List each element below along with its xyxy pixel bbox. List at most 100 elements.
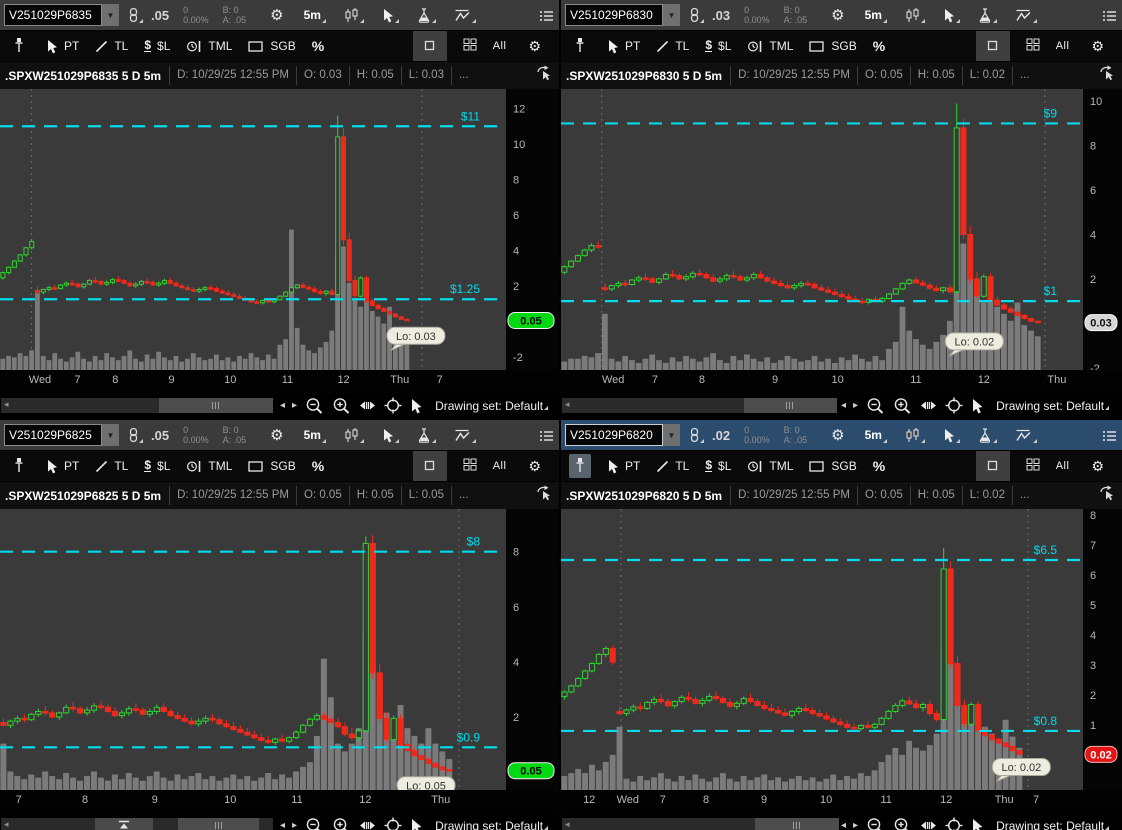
crosshair-target-icon[interactable]	[945, 397, 963, 414]
grid-layout-button[interactable]	[463, 38, 477, 54]
pointer-tool-button[interactable]: PT	[46, 39, 79, 54]
symbol-input[interactable]	[4, 4, 102, 26]
chart-plot[interactable]: $6.5$0.8876543210.02Lo: 0.02	[561, 509, 1122, 790]
percent-button[interactable]: %	[312, 458, 324, 474]
chart-type-candles-icon[interactable]	[344, 8, 359, 23]
scroll-step-right-button[interactable]: ▸	[292, 820, 297, 830]
pointer-mode-icon[interactable]	[410, 818, 423, 830]
zoom-out-icon[interactable]	[866, 397, 885, 415]
header-more[interactable]: ...	[1012, 486, 1037, 505]
study-graph-box-button[interactable]: SGB	[248, 459, 295, 473]
drawings-pattern-icon[interactable]	[1015, 428, 1032, 442]
single-chart-layout-button[interactable]	[413, 31, 447, 61]
scrollbar-left-arrow-icon[interactable]: ◂	[4, 399, 9, 410]
chart-scrollbar[interactable]: ◂	[1, 398, 273, 413]
cursor-tool-icon[interactable]	[943, 8, 955, 23]
drawing-mode-cursor-icon[interactable]	[536, 485, 553, 506]
drawing-set-label[interactable]: Drawing set: Default	[996, 819, 1104, 830]
crosshair-target-icon[interactable]	[384, 817, 402, 830]
list-menu-icon[interactable]	[539, 9, 554, 22]
scrollbar-thumb[interactable]	[755, 818, 839, 830]
time-level-tool-button[interactable]: TML	[747, 459, 793, 474]
symbol-dropdown-button[interactable]: ▼	[102, 424, 119, 446]
trendline-tool-button[interactable]: TL	[95, 39, 128, 53]
scroll-step-left-button[interactable]: ◂	[841, 820, 846, 830]
scroll-step-left-button[interactable]: ◂	[280, 400, 285, 411]
zoom-in-icon[interactable]	[893, 397, 912, 415]
symbol-dropdown-button[interactable]: ▼	[663, 4, 680, 26]
price-level-tool-button[interactable]: $$L	[144, 39, 170, 53]
pointer-mode-icon[interactable]	[971, 398, 984, 414]
drawbar-settings-gear-icon[interactable]: ⚙	[522, 37, 547, 56]
drawbar-settings-gear-icon[interactable]: ⚙	[522, 457, 547, 476]
pointer-tool-button[interactable]: PT	[46, 459, 79, 474]
header-more[interactable]: ...	[451, 66, 476, 85]
trendline-tool-button[interactable]: TL	[656, 459, 689, 473]
pointer-tool-button[interactable]: PT	[607, 39, 640, 54]
pin-toolbar-button[interactable]	[8, 454, 30, 478]
price-level-tool-button[interactable]: $$L	[144, 459, 170, 473]
chart-scrollbar[interactable]: ◂	[1, 818, 273, 830]
auto-scale-arrows-icon[interactable]	[359, 819, 376, 830]
drawings-pattern-icon[interactable]	[454, 428, 471, 442]
cursor-tool-icon[interactable]	[382, 8, 394, 23]
chart-settings-gear-icon[interactable]: ⚙	[270, 6, 283, 24]
time-level-tool-button[interactable]: TML	[747, 39, 793, 54]
header-more[interactable]: ...	[451, 486, 476, 505]
chart-settings-gear-icon[interactable]: ⚙	[831, 426, 844, 444]
pin-toolbar-button[interactable]	[569, 34, 591, 58]
symbol-input[interactable]	[565, 4, 663, 26]
all-charts-button[interactable]: All	[1056, 460, 1070, 472]
timeframe-button[interactable]: 5m	[865, 8, 882, 22]
drawing-mode-cursor-icon[interactable]	[1099, 485, 1116, 506]
list-menu-icon[interactable]	[1102, 429, 1117, 442]
scrollbar-thumb[interactable]	[744, 398, 836, 413]
scrollbar-left-arrow-icon[interactable]: ◂	[565, 399, 570, 410]
auto-scale-arrows-icon[interactable]	[920, 399, 937, 412]
timeframe-button[interactable]: 5m	[304, 8, 321, 22]
header-more[interactable]: ...	[1012, 66, 1037, 85]
timeframe-button[interactable]: 5m	[865, 428, 882, 442]
zoom-in-icon[interactable]	[332, 817, 351, 830]
percent-button[interactable]: %	[873, 458, 885, 474]
drawings-pattern-icon[interactable]	[1015, 8, 1032, 22]
drawing-set-label[interactable]: Drawing set: Default	[435, 399, 543, 413]
scroll-step-right-button[interactable]: ▸	[292, 400, 297, 411]
chart-plot[interactable]: $11$1.2512108642-20.05Lo: 0.03	[0, 89, 559, 370]
percent-button[interactable]: %	[312, 38, 324, 54]
timeframe-button[interactable]: 5m	[304, 428, 321, 442]
scroll-step-right-button[interactable]: ▸	[853, 820, 858, 830]
single-chart-layout-button[interactable]	[413, 451, 447, 481]
zoom-out-icon[interactable]	[866, 817, 885, 830]
zoom-out-icon[interactable]	[305, 397, 324, 415]
studies-flask-icon[interactable]	[417, 428, 431, 443]
zoom-out-icon[interactable]	[305, 817, 324, 830]
studies-flask-icon[interactable]	[417, 8, 431, 23]
chart-plot[interactable]: $8$0.986420.05Lo: 0.05	[0, 509, 559, 790]
symbol-dropdown-button[interactable]: ▼	[102, 4, 119, 26]
link-charts-icon[interactable]	[690, 7, 699, 23]
grid-layout-button[interactable]	[463, 458, 477, 474]
drawing-set-label[interactable]: Drawing set: Default	[996, 399, 1104, 413]
drawbar-settings-gear-icon[interactable]: ⚙	[1085, 457, 1110, 476]
expand-panel-button[interactable]	[95, 818, 153, 830]
scrollbar-thumb[interactable]	[159, 398, 273, 413]
drawing-mode-cursor-icon[interactable]	[1099, 65, 1116, 86]
scrollbar-left-arrow-icon[interactable]: ◂	[565, 819, 570, 830]
chart-type-candles-icon[interactable]	[905, 8, 920, 23]
symbol-input[interactable]	[4, 424, 102, 446]
drawing-mode-cursor-icon[interactable]	[536, 65, 553, 86]
chart-scrollbar[interactable]: ◂	[562, 398, 834, 413]
link-charts-icon[interactable]	[129, 427, 138, 443]
chart-plot[interactable]: $9$1108642-20.03Lo: 0.02	[561, 89, 1122, 370]
all-charts-button[interactable]: All	[493, 40, 507, 52]
drawbar-settings-gear-icon[interactable]: ⚙	[1085, 37, 1110, 56]
price-level-tool-button[interactable]: $$L	[705, 39, 731, 53]
chart-type-candles-icon[interactable]	[905, 428, 920, 443]
trendline-tool-button[interactable]: TL	[656, 39, 689, 53]
drawing-set-label[interactable]: Drawing set: Default	[435, 819, 543, 830]
percent-button[interactable]: %	[873, 38, 885, 54]
grid-layout-button[interactable]	[1026, 38, 1040, 54]
pin-toolbar-button[interactable]	[8, 34, 30, 58]
scrollbar-thumb[interactable]	[178, 818, 260, 830]
